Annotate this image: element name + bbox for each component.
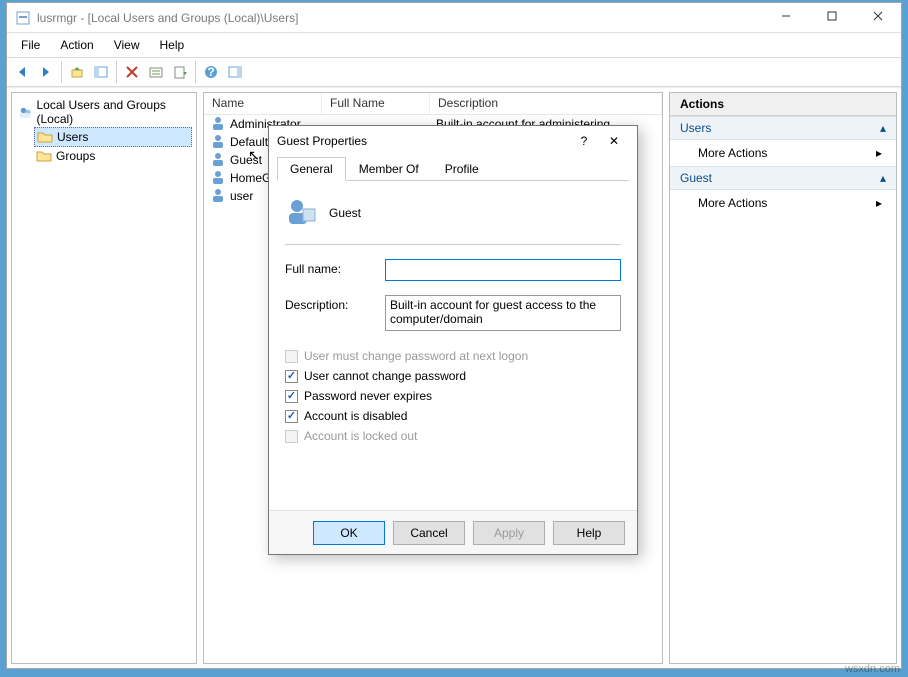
user-icon [210,133,226,152]
folder-icon [37,129,53,145]
actions-group-guest-label: Guest [680,171,712,185]
checkbox-account-disabled[interactable] [285,410,298,423]
tree-users-label: Users [57,130,88,144]
window-titlebar: lusrmgr - [Local Users and Groups (Local… [7,3,901,33]
svg-text:?: ? [207,65,214,79]
dialog-titlebar: Guest Properties ? ✕ [269,126,637,156]
up-folder-button[interactable] [66,61,88,83]
chevron-right-icon: ▸ [876,146,882,160]
help-dialog-button[interactable]: Help [553,521,625,545]
chk-locked-out-label: Account is locked out [304,429,417,443]
toolbar: ? [7,57,901,87]
dialog-body: Guest Full name: Description: User must … [269,181,637,510]
user-large-icon [285,195,317,230]
menu-view[interactable]: View [104,34,150,56]
show-hide-action-pane-button[interactable] [224,61,246,83]
actions-item-label: More Actions [698,146,767,160]
user-icon [210,169,226,188]
tree-groups[interactable]: Groups [34,147,192,165]
description-input[interactable] [385,295,621,331]
actions-more-guest[interactable]: More Actions ▸ [670,190,896,216]
actions-group-users[interactable]: Users ▴ [670,116,896,140]
dialog-tabs: General Member Of Profile [277,156,629,181]
tree-root[interactable]: Local Users and Groups (Local) [16,97,192,127]
folder-icon [36,148,52,164]
user-name: user [230,189,253,203]
checkbox-never-expires[interactable] [285,390,298,403]
chk-locked-out-row: Account is locked out [285,429,621,443]
user-icon [210,151,226,170]
delete-button[interactable] [121,61,143,83]
window-title: lusrmgr - [Local Users and Groups (Local… [37,11,763,25]
help-button[interactable]: ? [200,61,222,83]
user-icon [210,115,226,134]
tree-users[interactable]: Users [34,127,192,147]
maximize-button[interactable] [809,2,855,30]
properties-dialog: Guest Properties ? ✕ General Member Of P… [268,125,638,555]
watermark: wsxdn.com [845,663,900,675]
menu-help[interactable]: Help [150,34,195,56]
close-button[interactable] [855,2,901,30]
app-icon [15,10,31,26]
export-list-button[interactable] [169,61,191,83]
chk-must-change-row: User must change password at next logon [285,349,621,363]
checkbox-must-change [285,350,298,363]
forward-button[interactable] [35,61,57,83]
actions-item-label: More Actions [698,196,767,210]
dialog-title: Guest Properties [277,134,569,148]
menu-action[interactable]: Action [50,34,103,56]
ok-button[interactable]: OK [313,521,385,545]
menu-file[interactable]: File [11,34,50,56]
column-name[interactable]: Name [204,93,322,114]
column-fullname[interactable]: Full Name [322,93,430,114]
collapse-icon: ▴ [880,171,886,185]
column-description[interactable]: Description [430,93,662,114]
minimize-button[interactable] [763,2,809,30]
show-hide-console-tree-button[interactable] [90,61,112,83]
chk-account-disabled-row[interactable]: Account is disabled [285,409,621,423]
actions-more-users[interactable]: More Actions ▸ [670,140,896,166]
dialog-help-button[interactable]: ? [569,134,599,148]
actions-pane: Actions Users ▴ More Actions ▸ Guest ▴ M… [669,92,897,664]
fullname-input[interactable] [385,259,621,281]
tree-root-label: Local Users and Groups (Local) [37,98,191,126]
dialog-button-row: OK Cancel Apply Help [269,510,637,554]
mouse-cursor-icon: ↖ [248,147,260,164]
checkbox-locked-out [285,430,298,443]
tab-profile[interactable]: Profile [432,157,492,181]
users-groups-icon [18,104,33,120]
apply-button[interactable]: Apply [473,521,545,545]
collapse-icon: ▴ [880,121,886,135]
description-label: Description: [285,295,385,312]
chk-never-expires-row[interactable]: Password never expires [285,389,621,403]
tab-general[interactable]: General [277,157,346,181]
dialog-close-button[interactable]: ✕ [599,134,629,148]
chk-must-change-label: User must change password at next logon [304,349,528,363]
menu-bar: File Action View Help [7,33,901,57]
chk-cannot-change-label: User cannot change password [304,369,466,383]
chevron-right-icon: ▸ [876,196,882,210]
tab-memberof[interactable]: Member Of [346,157,432,181]
back-button[interactable] [11,61,33,83]
chk-cannot-change-row[interactable]: User cannot change password [285,369,621,383]
user-icon [210,187,226,206]
checkbox-cannot-change[interactable] [285,370,298,383]
actions-header: Actions [670,93,896,116]
fullname-label: Full name: [285,259,385,276]
cancel-button[interactable]: Cancel [393,521,465,545]
chk-never-expires-label: Password never expires [304,389,432,403]
console-tree-pane: Local Users and Groups (Local) Users Gro… [11,92,197,664]
list-header: Name Full Name Description [204,93,662,115]
actions-group-users-label: Users [680,121,711,135]
actions-group-guest[interactable]: Guest ▴ [670,166,896,190]
identity-name: Guest [329,206,361,220]
tree-groups-label: Groups [56,149,95,163]
refresh-button[interactable] [145,61,167,83]
chk-account-disabled-label: Account is disabled [304,409,407,423]
